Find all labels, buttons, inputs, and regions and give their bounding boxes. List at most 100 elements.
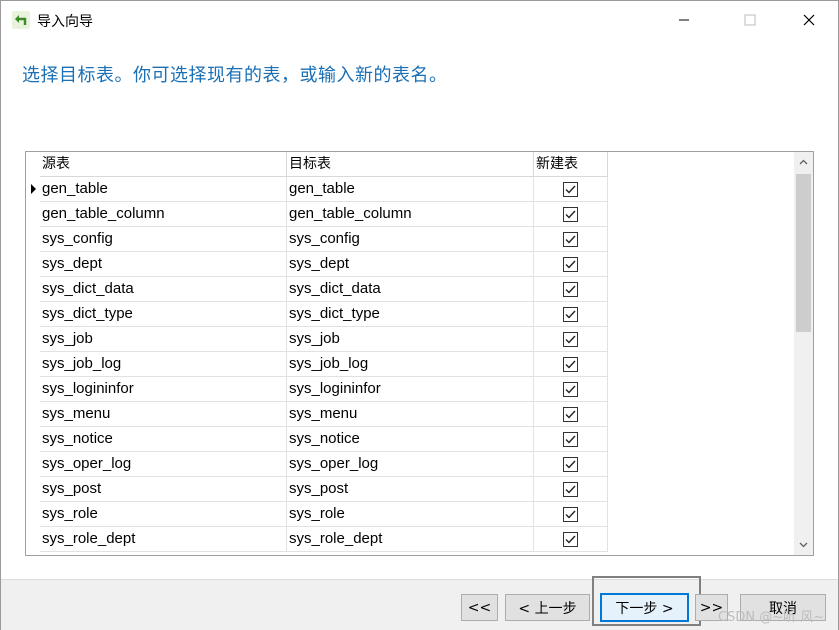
- next-step-button[interactable]: 下一步 >: [600, 593, 689, 622]
- table-row[interactable]: gen_table gen_table: [26, 177, 796, 202]
- wizard-step-heading: 选择目标表。你可选择现有的表，或输入新的表名。: [22, 65, 448, 86]
- source-table-cell[interactable]: sys_config: [40, 227, 287, 252]
- target-table-cell[interactable]: sys_oper_log: [287, 452, 534, 477]
- new-table-checkbox[interactable]: [563, 181, 578, 197]
- table-row[interactable]: sys_role_dept sys_role_dept: [26, 527, 796, 552]
- new-table-checkbox[interactable]: [563, 331, 578, 347]
- row-indicator[interactable]: [26, 352, 40, 377]
- checkmark-icon: [565, 210, 576, 219]
- target-table-cell[interactable]: sys_post: [287, 477, 534, 502]
- source-table-cell[interactable]: sys_notice: [40, 427, 287, 452]
- table-row[interactable]: sys_job_log sys_job_log: [26, 352, 796, 377]
- table-row[interactable]: sys_job sys_job: [26, 327, 796, 352]
- table-row[interactable]: sys_menu sys_menu: [26, 402, 796, 427]
- new-table-cell: [534, 402, 608, 427]
- scroll-down-button[interactable]: [794, 535, 813, 555]
- row-indicator[interactable]: [26, 402, 40, 427]
- row-indicator[interactable]: [26, 202, 40, 227]
- new-table-checkbox[interactable]: [563, 456, 578, 472]
- close-icon: [803, 14, 815, 26]
- table-row[interactable]: sys_dict_type sys_dict_type: [26, 302, 796, 327]
- column-header-new-table[interactable]: 新建表: [534, 152, 608, 177]
- new-table-cell: [534, 252, 608, 277]
- checkmark-icon: [565, 185, 576, 194]
- maximize-button[interactable]: [727, 1, 773, 39]
- target-table-cell[interactable]: sys_role: [287, 502, 534, 527]
- source-table-cell[interactable]: sys_menu: [40, 402, 287, 427]
- source-table-cell[interactable]: sys_dict_data: [40, 277, 287, 302]
- target-table-cell[interactable]: sys_logininfor: [287, 377, 534, 402]
- new-table-checkbox[interactable]: [563, 506, 578, 522]
- row-indicator[interactable]: [26, 327, 40, 352]
- table-row[interactable]: sys_role sys_role: [26, 502, 796, 527]
- checkmark-icon: [565, 460, 576, 469]
- first-step-button[interactable]: <<: [461, 594, 498, 621]
- scroll-thumb[interactable]: [796, 174, 811, 332]
- table-row[interactable]: sys_config sys_config: [26, 227, 796, 252]
- row-indicator[interactable]: [26, 477, 40, 502]
- vertical-scrollbar[interactable]: [794, 152, 813, 555]
- chevron-down-icon: [799, 542, 808, 548]
- window-title: 导入向导: [37, 14, 93, 30]
- target-table-cell[interactable]: sys_role_dept: [287, 527, 534, 552]
- target-table-cell[interactable]: sys_job_log: [287, 352, 534, 377]
- source-table-cell[interactable]: sys_role_dept: [40, 527, 287, 552]
- target-table-cell[interactable]: gen_table_column: [287, 202, 534, 227]
- target-table-cell[interactable]: sys_dict_data: [287, 277, 534, 302]
- target-table-cell[interactable]: sys_job: [287, 327, 534, 352]
- target-table-cell[interactable]: sys_dept: [287, 252, 534, 277]
- new-table-checkbox[interactable]: [563, 356, 578, 372]
- import-wizard-window: 导入向导 选择目标表。你可选择现有的表，或输入新的表名。 源表 目标表 新建表 …: [0, 0, 839, 630]
- checkmark-icon: [565, 335, 576, 344]
- close-button[interactable]: [786, 1, 832, 39]
- new-table-checkbox[interactable]: [563, 281, 578, 297]
- row-indicator[interactable]: [26, 377, 40, 402]
- source-table-cell[interactable]: sys_post: [40, 477, 287, 502]
- source-table-cell[interactable]: sys_oper_log: [40, 452, 287, 477]
- row-indicator[interactable]: [26, 427, 40, 452]
- table-row[interactable]: sys_post sys_post: [26, 477, 796, 502]
- table-row[interactable]: gen_table_column gen_table_column: [26, 202, 796, 227]
- row-indicator[interactable]: [26, 502, 40, 527]
- table-row[interactable]: sys_notice sys_notice: [26, 427, 796, 452]
- row-indicator[interactable]: [26, 252, 40, 277]
- source-table-cell[interactable]: sys_job: [40, 327, 287, 352]
- row-indicator[interactable]: [26, 302, 40, 327]
- previous-step-button[interactable]: < 上一步: [505, 594, 590, 621]
- source-table-cell[interactable]: sys_logininfor: [40, 377, 287, 402]
- table-row[interactable]: sys_dict_data sys_dict_data: [26, 277, 796, 302]
- column-header-source[interactable]: 源表: [40, 152, 287, 177]
- table-row[interactable]: sys_oper_log sys_oper_log: [26, 452, 796, 477]
- row-indicator[interactable]: [26, 227, 40, 252]
- source-table-cell[interactable]: gen_table: [40, 177, 287, 202]
- source-table-cell[interactable]: sys_dict_type: [40, 302, 287, 327]
- table-row[interactable]: sys_dept sys_dept: [26, 252, 796, 277]
- source-table-cell[interactable]: sys_job_log: [40, 352, 287, 377]
- new-table-checkbox[interactable]: [563, 206, 578, 222]
- new-table-checkbox[interactable]: [563, 231, 578, 247]
- scroll-up-button[interactable]: [794, 152, 813, 172]
- new-table-checkbox[interactable]: [563, 306, 578, 322]
- row-indicator[interactable]: [26, 177, 40, 202]
- new-table-checkbox[interactable]: [563, 381, 578, 397]
- source-table-cell[interactable]: sys_dept: [40, 252, 287, 277]
- new-table-checkbox[interactable]: [563, 431, 578, 447]
- target-table-cell[interactable]: sys_dict_type: [287, 302, 534, 327]
- target-table-cell[interactable]: gen_table: [287, 177, 534, 202]
- new-table-checkbox[interactable]: [563, 531, 578, 547]
- minimize-button[interactable]: [661, 1, 707, 39]
- new-table-checkbox[interactable]: [563, 406, 578, 422]
- source-table-cell[interactable]: gen_table_column: [40, 202, 287, 227]
- row-indicator[interactable]: [26, 527, 40, 552]
- row-indicator[interactable]: [26, 452, 40, 477]
- column-header-target[interactable]: 目标表: [287, 152, 534, 177]
- row-indicator[interactable]: [26, 277, 40, 302]
- target-table-cell[interactable]: sys_menu: [287, 402, 534, 427]
- new-table-checkbox[interactable]: [563, 256, 578, 272]
- source-table-cell[interactable]: sys_role: [40, 502, 287, 527]
- table-row[interactable]: sys_logininfor sys_logininfor: [26, 377, 796, 402]
- new-table-checkbox[interactable]: [563, 481, 578, 497]
- target-table-cell[interactable]: sys_config: [287, 227, 534, 252]
- target-table-cell[interactable]: sys_notice: [287, 427, 534, 452]
- checkmark-icon: [565, 410, 576, 419]
